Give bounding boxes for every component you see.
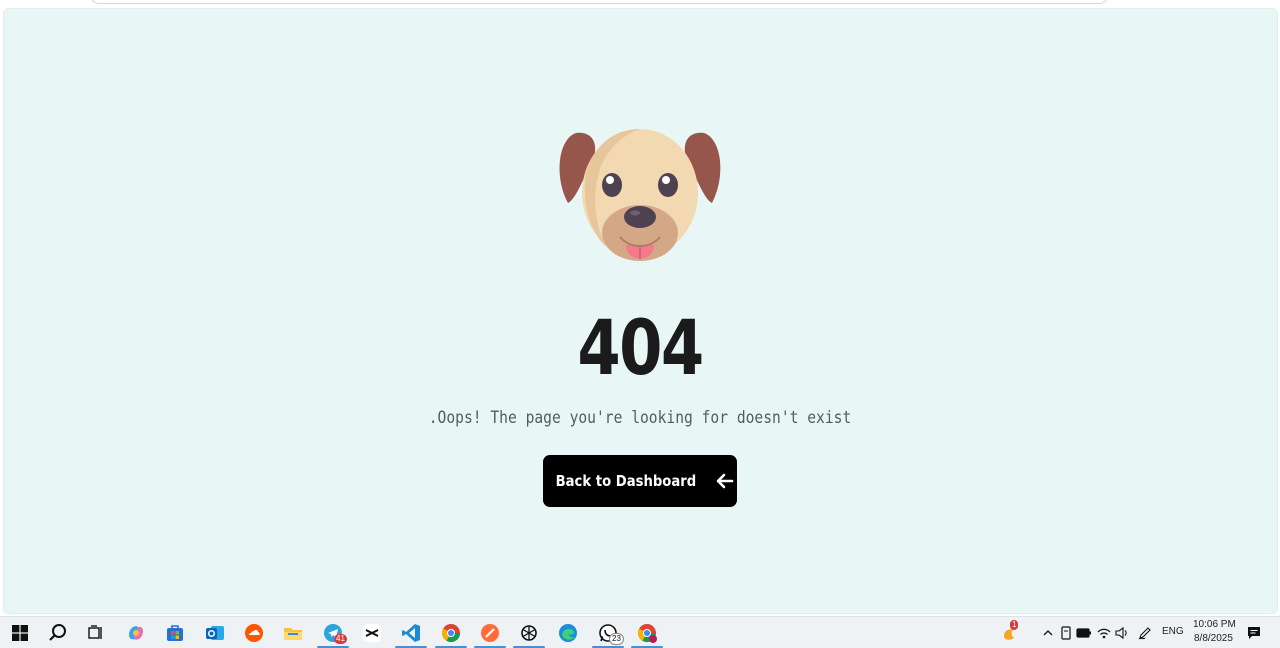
edge-icon[interactable] (556, 621, 580, 645)
pen-icon[interactable] (1133, 621, 1157, 645)
address-bar[interactable] (90, 0, 1108, 4)
whatsapp-badge: 23 (609, 633, 624, 645)
folder-icon[interactable] (281, 621, 305, 645)
clock-time[interactable]: 10:06 PM (1193, 619, 1236, 630)
chrome-profile-icon[interactable] (631, 621, 663, 648)
chrome-icon[interactable] (435, 621, 467, 648)
back-button-label: Back to Dashboard (555, 472, 697, 490)
browser-top-strip (0, 0, 1280, 8)
clock-date[interactable]: 8/8/2025 (1194, 633, 1233, 644)
arrow-left-icon (716, 473, 734, 489)
store-icon[interactable] (163, 621, 187, 645)
telegram-icon[interactable]: 41 (317, 621, 349, 648)
outlook-icon[interactable] (203, 621, 227, 645)
copilot-icon[interactable] (124, 621, 148, 645)
volume-icon[interactable] (1110, 621, 1134, 645)
capcut-icon[interactable] (360, 621, 384, 645)
windows-logo-icon[interactable] (8, 621, 32, 645)
language-indicator[interactable]: ENG (1162, 626, 1184, 637)
dog-illustration (559, 129, 721, 261)
weather-icon[interactable]: 1 (999, 620, 1023, 645)
telegram-badge: 41 (334, 634, 347, 644)
task-view-icon[interactable] (84, 621, 108, 645)
postman-icon[interactable] (474, 621, 506, 648)
back-to-dashboard-button[interactable]: Back to Dashboard (543, 455, 737, 507)
search-icon[interactable] (46, 621, 70, 645)
error-code: 404 (577, 303, 704, 392)
taskbar: 41 23 1 ENG 10:06 PM 8/8/2025 (0, 616, 1280, 648)
notification-icon[interactable] (1242, 621, 1266, 645)
whatsapp-icon[interactable]: 23 (592, 621, 624, 648)
vscode-icon[interactable] (395, 621, 427, 648)
error-message: .Oops! The page you're looking for doesn… (428, 408, 852, 428)
soundcloud-icon[interactable] (242, 621, 266, 645)
chatgpt-icon[interactable] (513, 621, 545, 648)
